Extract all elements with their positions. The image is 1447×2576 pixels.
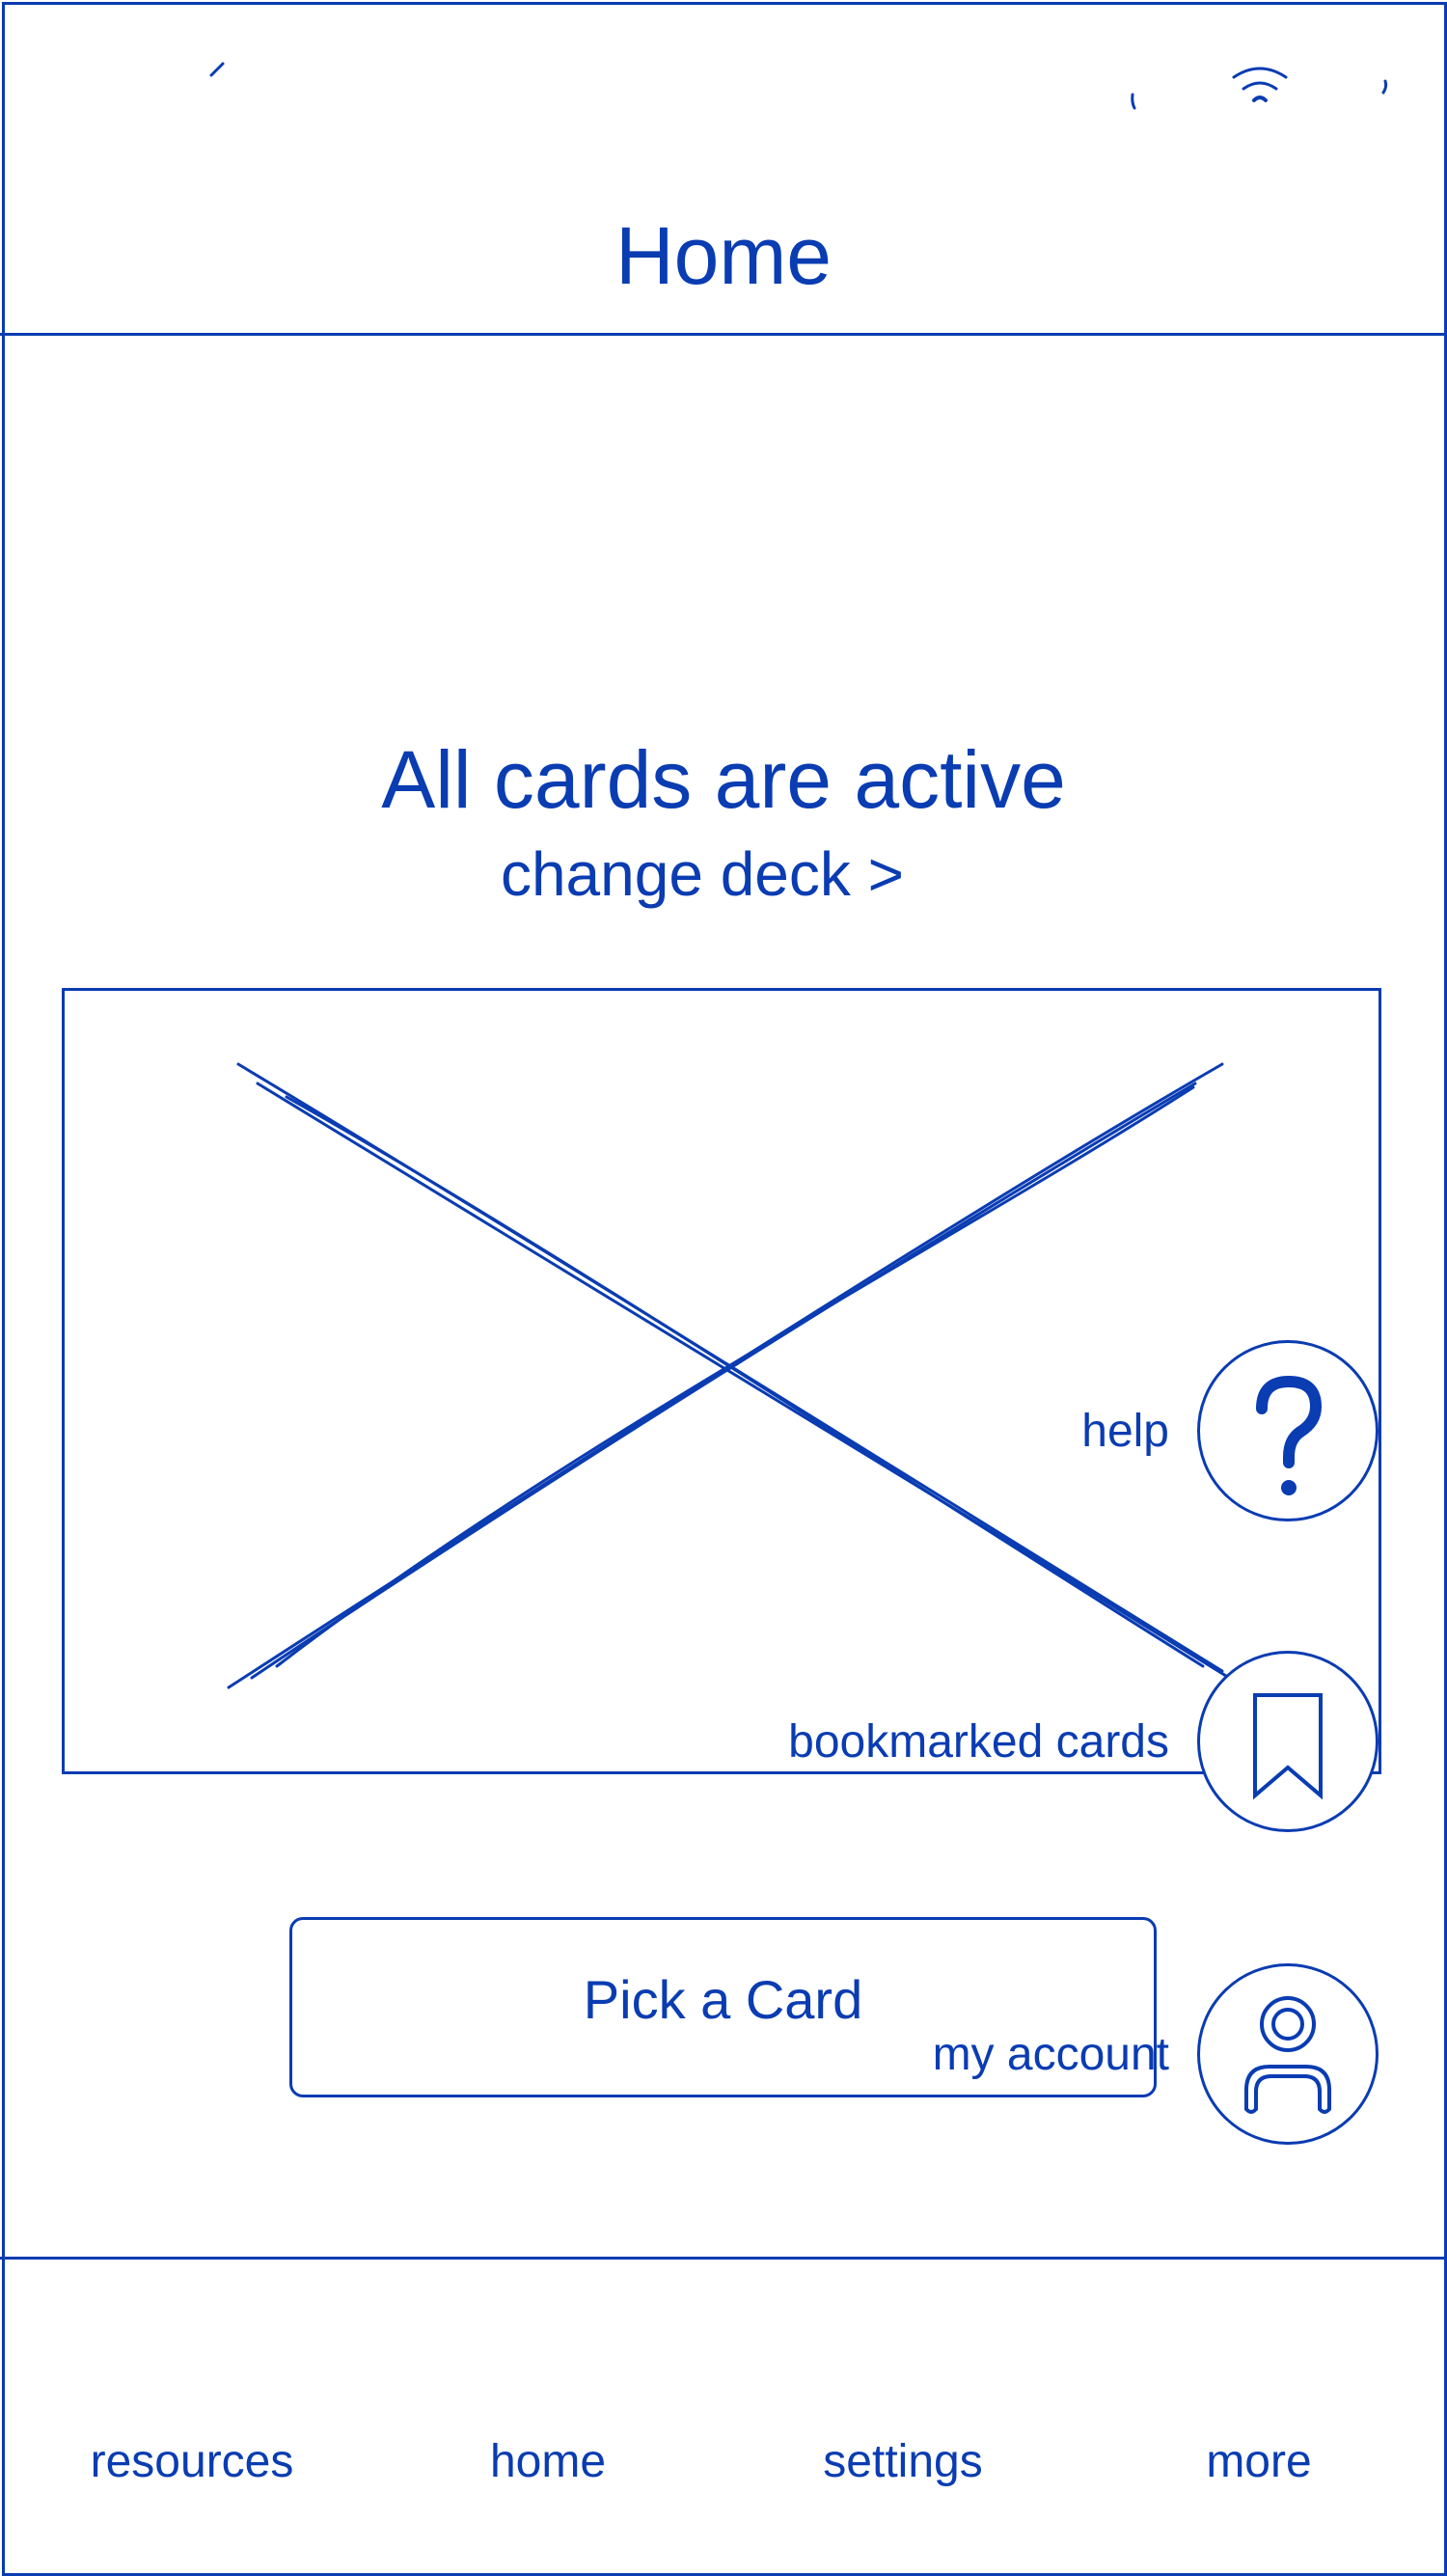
nav-item-settings[interactable]: settings (758, 2433, 1048, 2491)
nav-item-home[interactable]: home (403, 2433, 693, 2491)
nav-item-more[interactable]: more (1114, 2433, 1404, 2491)
bottom-nav: resources home settings more (0, 2257, 1447, 2574)
my-account-label: my account (932, 2029, 1169, 2080)
bookmarked-cards-button[interactable] (1197, 1651, 1379, 1832)
image-placeholder-icon (227, 1062, 1236, 1689)
bookmark-icon (1253, 1693, 1323, 1800)
page-title: Home (614, 210, 833, 301)
person-icon (1244, 1996, 1331, 2114)
deck-status-heading: All cards are active (381, 734, 1066, 825)
my-account-button[interactable] (1197, 1963, 1379, 2145)
change-deck-link[interactable]: change deck > (0, 836, 1405, 913)
help-label: help (1081, 1406, 1169, 1457)
header: Home (0, 0, 1447, 336)
question-mark-icon (1256, 1375, 1323, 1495)
bookmarked-cards-label: bookmarked cards (788, 1716, 1169, 1768)
nav-item-resources[interactable]: resources (47, 2433, 337, 2491)
card-image-placeholder[interactable] (62, 988, 1381, 1774)
help-button[interactable] (1197, 1340, 1379, 1521)
pick-a-card-label: Pick a Card (583, 1969, 863, 2030)
